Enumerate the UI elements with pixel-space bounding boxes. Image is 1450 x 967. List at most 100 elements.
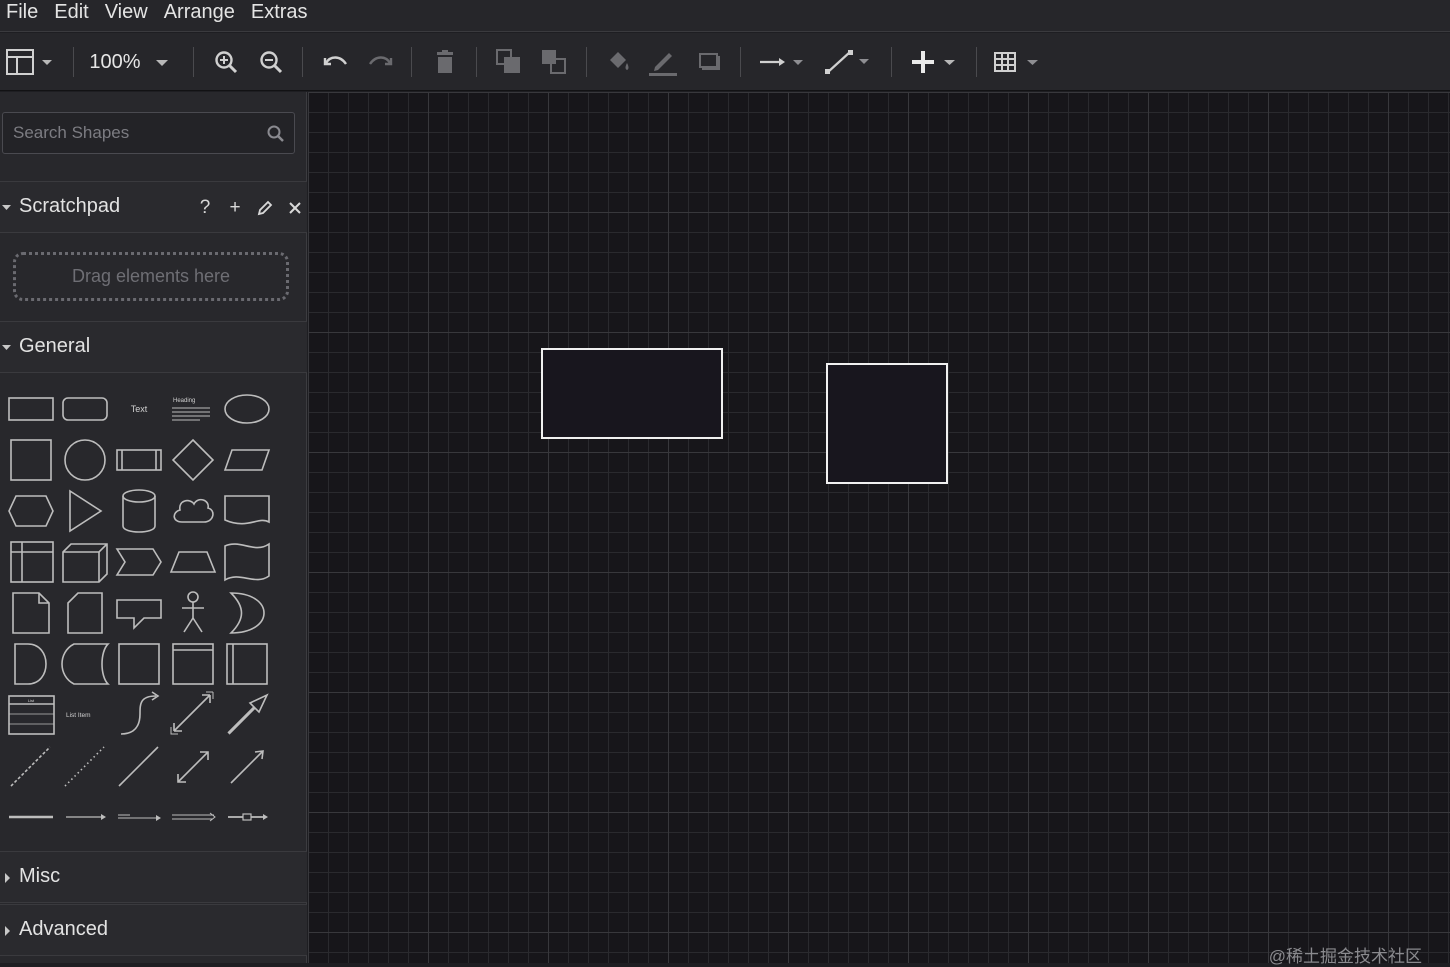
watermark: @稀土掘金技术社区 <box>1269 942 1422 967</box>
dotted-line-shape[interactable] <box>65 747 104 786</box>
process-shape[interactable] <box>117 450 161 470</box>
redo-button[interactable] <box>364 43 398 81</box>
data-storage-shape[interactable] <box>62 644 108 684</box>
misc-header[interactable]: Misc <box>0 851 307 903</box>
bidirectional-connector-shape[interactable] <box>178 752 208 782</box>
text-shape[interactable]: Text <box>131 404 148 414</box>
note-shape[interactable] <box>13 593 49 633</box>
card-shape[interactable] <box>68 593 102 633</box>
tape-shape[interactable] <box>225 544 269 580</box>
zoom-select[interactable]: 100% <box>86 43 178 81</box>
cube-shape[interactable] <box>63 544 107 582</box>
hexagon-shape[interactable] <box>9 496 53 526</box>
actor-shape[interactable] <box>182 592 204 632</box>
zoom-level: 100% <box>89 51 140 74</box>
trapezoid-shape[interactable] <box>171 552 215 572</box>
connection-style-button[interactable] <box>756 43 808 81</box>
zoom-in-button[interactable] <box>210 43 242 81</box>
menu-view[interactable]: View <box>98 0 157 24</box>
delay-shape[interactable] <box>15 644 46 684</box>
add-button[interactable]: + <box>220 196 250 220</box>
square-shape[interactable] <box>11 440 51 480</box>
line-shape[interactable] <box>119 747 158 786</box>
scratchpad-title: Scratchpad <box>19 195 120 218</box>
heading-shape-label: Heading <box>173 398 195 404</box>
search-input[interactable] <box>3 113 263 153</box>
list-item-shape[interactable]: List Item <box>66 712 91 719</box>
diagram-square[interactable] <box>826 363 948 484</box>
pencil-icon <box>256 199 274 217</box>
bidirectional-arrow-shape[interactable] <box>171 692 213 734</box>
to-back-button[interactable] <box>538 43 570 81</box>
curve-shape[interactable] <box>121 692 158 734</box>
diamond-shape[interactable] <box>173 440 213 480</box>
edit-button[interactable] <box>250 196 280 220</box>
line-color-button[interactable] <box>646 43 680 81</box>
document-shape[interactable] <box>225 496 269 524</box>
list-shape[interactable]: List <box>9 696 54 734</box>
delete-button[interactable] <box>430 43 460 81</box>
link-with-label-shape[interactable] <box>228 814 268 820</box>
text-shape-label: Text <box>131 404 148 414</box>
arrow-shape[interactable] <box>228 695 267 734</box>
general-header[interactable]: General <box>0 321 307 373</box>
diagram-canvas[interactable] <box>308 92 1450 963</box>
search-icon[interactable] <box>266 124 286 144</box>
circle-shape[interactable] <box>65 440 105 480</box>
toolbar-separator <box>976 47 977 77</box>
scratchpad-drop-zone[interactable]: Drag elements here <box>13 252 289 301</box>
to-front-button[interactable] <box>493 43 525 81</box>
menu-extras[interactable]: Extras <box>244 0 317 24</box>
format-panel-button[interactable] <box>4 43 58 81</box>
toolbar-separator <box>476 47 477 77</box>
rounded-rectangle-shape[interactable] <box>63 398 107 420</box>
misc-title: Misc <box>19 865 60 888</box>
scratchpad-header[interactable]: Scratchpad ? + <box>0 181 307 233</box>
directional-connector-shape[interactable] <box>231 751 263 783</box>
cloud-shape[interactable] <box>174 500 213 522</box>
chevron-down-icon <box>1 343 13 353</box>
waypoints-button[interactable] <box>822 43 874 81</box>
waypoints-icon <box>822 48 874 76</box>
container-shape[interactable] <box>119 644 159 684</box>
connection-icon <box>756 50 808 74</box>
menu-arrange[interactable]: Arrange <box>157 0 244 24</box>
advanced-header[interactable]: Advanced <box>0 904 307 956</box>
zoom-out-icon <box>258 49 284 75</box>
link-with-arrow-shape[interactable] <box>66 814 106 820</box>
dashed-link-shape[interactable] <box>118 815 161 821</box>
step-shape[interactable] <box>117 549 161 575</box>
or-shape[interactable] <box>231 593 264 633</box>
triangle-shape[interactable] <box>70 491 101 531</box>
insert-button[interactable] <box>906 43 960 81</box>
fill-color-button[interactable] <box>602 43 634 81</box>
toolbar: 100% <box>0 33 1450 91</box>
chevron-right-icon <box>3 872 13 884</box>
close-icon <box>287 200 303 216</box>
toolbar-separator <box>193 47 194 77</box>
double-link-shape[interactable] <box>172 813 215 821</box>
dashed-line-shape[interactable] <box>11 747 50 786</box>
callout-shape[interactable] <box>117 600 161 628</box>
help-button[interactable]: ? <box>190 196 220 220</box>
internal-storage-shape[interactable] <box>11 542 53 582</box>
table-icon <box>990 49 1044 75</box>
zoom-out-button[interactable] <box>255 43 287 81</box>
heading-shape[interactable]: Heading <box>172 398 210 420</box>
table-button[interactable] <box>990 43 1044 81</box>
shadow-button[interactable] <box>694 43 726 81</box>
close-button[interactable] <box>280 196 310 220</box>
undo-button[interactable] <box>318 43 352 81</box>
swimlane-shape[interactable] <box>173 644 213 684</box>
parallelogram-shape[interactable] <box>225 450 269 470</box>
menu-file[interactable]: File <box>0 0 47 24</box>
diagram-rectangle[interactable] <box>541 348 723 439</box>
general-shapes-palette: Text Heading <box>0 374 307 852</box>
menu-edit[interactable]: Edit <box>47 0 97 24</box>
vertical-pool-shape[interactable] <box>227 644 267 684</box>
ellipse-shape[interactable] <box>225 395 269 423</box>
rectangle-shape[interactable] <box>9 398 53 420</box>
cylinder-shape[interactable] <box>123 490 155 532</box>
toolbar-separator <box>302 47 303 77</box>
toolbar-separator <box>586 47 587 77</box>
